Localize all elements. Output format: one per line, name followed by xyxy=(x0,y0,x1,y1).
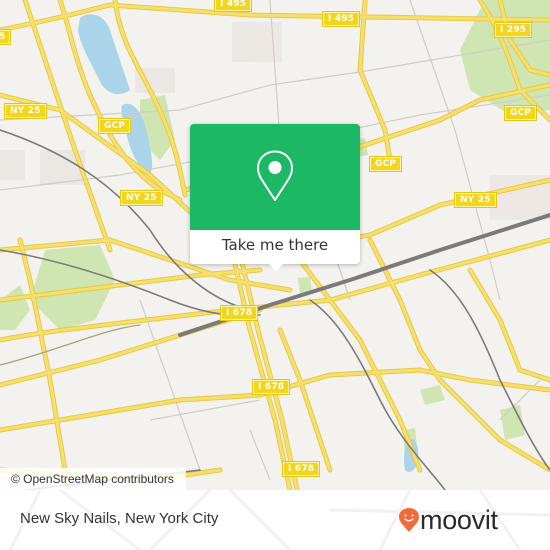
moovit-logo[interactable]: moovit xyxy=(398,502,538,538)
road-shield-i678: I 678 xyxy=(219,305,259,321)
road-shield-ny25: NY 25 xyxy=(120,190,163,206)
map-attribution[interactable]: © OpenStreetMap contributors xyxy=(0,468,186,490)
moovit-smiley-pin-icon xyxy=(399,508,419,532)
road-shield-i495: I 495 xyxy=(321,11,361,27)
road-shield-ny25: 5 xyxy=(0,29,12,45)
take-me-there-button[interactable]: Take me there xyxy=(190,230,360,264)
footer-bar: New Sky Nails, New York City moovit xyxy=(0,490,550,550)
road-shield-gcp: GCP xyxy=(503,105,538,121)
take-me-there-popup[interactable]: Take me there xyxy=(190,124,360,271)
road-shield-ny25: NY 25 xyxy=(4,103,47,119)
popup-pointer xyxy=(268,263,284,271)
road-shield-i678: I 678 xyxy=(281,461,321,477)
moovit-wordmark: moovit xyxy=(420,505,498,535)
road-shield-gcp: GCP xyxy=(97,118,132,134)
road-shield-gcp: GCP xyxy=(368,156,403,172)
map-view[interactable]: I 495 I 495 I 295 5 NY 25 GCP NY 25 GCP … xyxy=(0,0,550,490)
road-shield-ny25: NY 25 xyxy=(454,192,497,208)
place-name: New Sky Nails, New York City xyxy=(20,510,219,527)
road-shield-i295: I 295 xyxy=(493,22,533,38)
popup-header xyxy=(190,124,360,230)
road-shield-i678: I 678 xyxy=(251,379,291,395)
map-pin-icon xyxy=(257,150,293,201)
road-shield-i495: I 495 xyxy=(213,0,253,12)
